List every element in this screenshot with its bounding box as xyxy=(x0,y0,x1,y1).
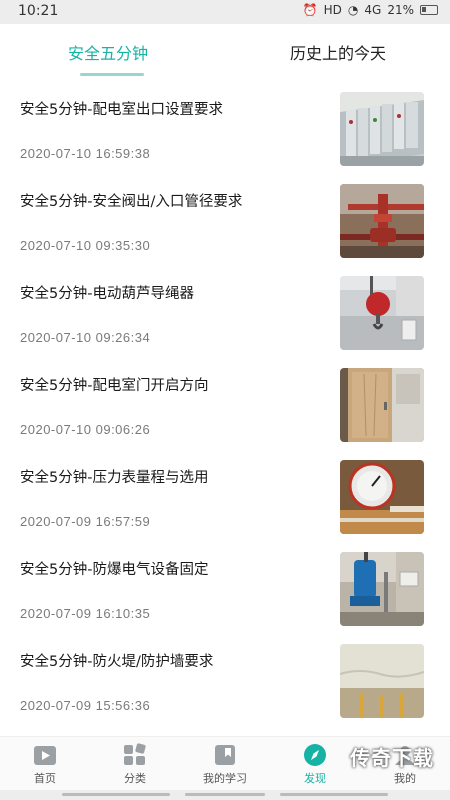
battery-icon xyxy=(420,5,438,15)
tab-indicator xyxy=(80,73,144,76)
signal-label: 4G xyxy=(364,3,382,17)
nav-label-home: 首页 xyxy=(34,772,56,785)
article-title: 安全5分钟-安全阀出/入口管径要求 xyxy=(20,194,243,210)
status-time: 10:21 xyxy=(18,3,59,19)
home-icon xyxy=(34,746,56,765)
compass-icon xyxy=(304,744,326,766)
article-thumbnail xyxy=(340,276,424,350)
article-thumbnail xyxy=(340,552,424,626)
article-item[interactable]: 安全5分钟-配电室出口设置要求 2020-07-10 16:59:38 xyxy=(0,80,450,172)
article-date: 2020-07-09 16:57:59 xyxy=(20,514,151,529)
nav-home[interactable]: 首页 xyxy=(10,743,80,786)
bookmark-icon xyxy=(215,745,235,765)
system-gesture-bar xyxy=(0,790,450,800)
nav-label-category: 分类 xyxy=(124,772,146,785)
watermark-logo: 传奇下载 xyxy=(350,746,434,770)
network-label: HD xyxy=(323,3,342,17)
article-date: 2020-07-10 09:06:26 xyxy=(20,422,151,437)
gesture-bar-right xyxy=(280,793,388,796)
article-item[interactable]: 安全5分钟-防爆电气设备固定 2020-07-09 16:10:35 xyxy=(0,540,450,632)
article-list: 安全5分钟-配电室出口设置要求 2020-07-10 16:59:38 安全5分… xyxy=(0,80,450,732)
gesture-bar-center xyxy=(185,793,265,796)
article-date: 2020-07-10 09:35:30 xyxy=(20,238,151,253)
article-title: 安全5分钟-防火堤/防护墙要求 xyxy=(20,654,214,670)
gesture-bar-left xyxy=(62,793,170,796)
tab-today-in-history[interactable]: 历史上的今天 xyxy=(290,40,386,64)
article-date: 2020-07-10 16:59:38 xyxy=(20,146,151,161)
category-icon xyxy=(124,743,146,765)
status-icons: ⏰ HD ◔ 4G 21% xyxy=(303,3,438,17)
article-title: 安全5分钟-压力表量程与选用 xyxy=(20,470,209,486)
article-title: 安全5分钟-电动葫芦导绳器 xyxy=(20,286,194,302)
article-date: 2020-07-09 16:10:35 xyxy=(20,606,151,621)
nav-my-learning[interactable]: 我的学习 xyxy=(190,743,260,786)
nav-discover[interactable]: 发现 xyxy=(280,743,350,786)
tab-bar: 安全五分钟 历史上的今天 xyxy=(0,24,450,80)
article-thumbnail xyxy=(340,460,424,534)
article-thumbnail xyxy=(340,368,424,442)
article-thumbnail xyxy=(340,184,424,258)
article-thumbnail xyxy=(340,92,424,166)
article-title: 安全5分钟-配电室门开启方向 xyxy=(20,378,209,394)
article-thumbnail xyxy=(340,644,424,718)
article-item[interactable]: 安全5分钟-配电室门开启方向 2020-07-10 09:06:26 xyxy=(0,356,450,448)
article-item[interactable]: 安全5分钟-电动葫芦导绳器 2020-07-10 09:26:34 xyxy=(0,264,450,356)
article-item[interactable]: 安全5分钟-安全阀出/入口管径要求 2020-07-10 09:35:30 xyxy=(0,172,450,264)
article-item[interactable]: 安全5分钟-压力表量程与选用 2020-07-09 16:57:59 xyxy=(0,448,450,540)
nav-label-profile: 我的 xyxy=(394,772,416,785)
article-title: 安全5分钟-配电室出口设置要求 xyxy=(20,102,223,118)
status-bar: 10:21 ⏰ HD ◔ 4G 21% xyxy=(0,0,450,24)
article-item[interactable]: 安全5分钟-防火堤/防护墙要求 2020-07-09 15:56:36 xyxy=(0,632,450,724)
nav-label-discover: 发现 xyxy=(304,772,326,785)
nav-category[interactable]: 分类 xyxy=(100,743,170,786)
tab-safety-five-minutes[interactable]: 安全五分钟 xyxy=(68,40,148,64)
wifi-icon: ◔ xyxy=(347,3,359,17)
battery-percent: 21% xyxy=(387,3,414,17)
article-date: 2020-07-09 15:56:36 xyxy=(20,698,151,713)
alarm-icon: ⏰ xyxy=(302,3,318,17)
article-title: 安全5分钟-防爆电气设备固定 xyxy=(20,562,209,578)
nav-label-my-learning: 我的学习 xyxy=(203,772,247,785)
article-date: 2020-07-10 09:26:34 xyxy=(20,330,151,345)
